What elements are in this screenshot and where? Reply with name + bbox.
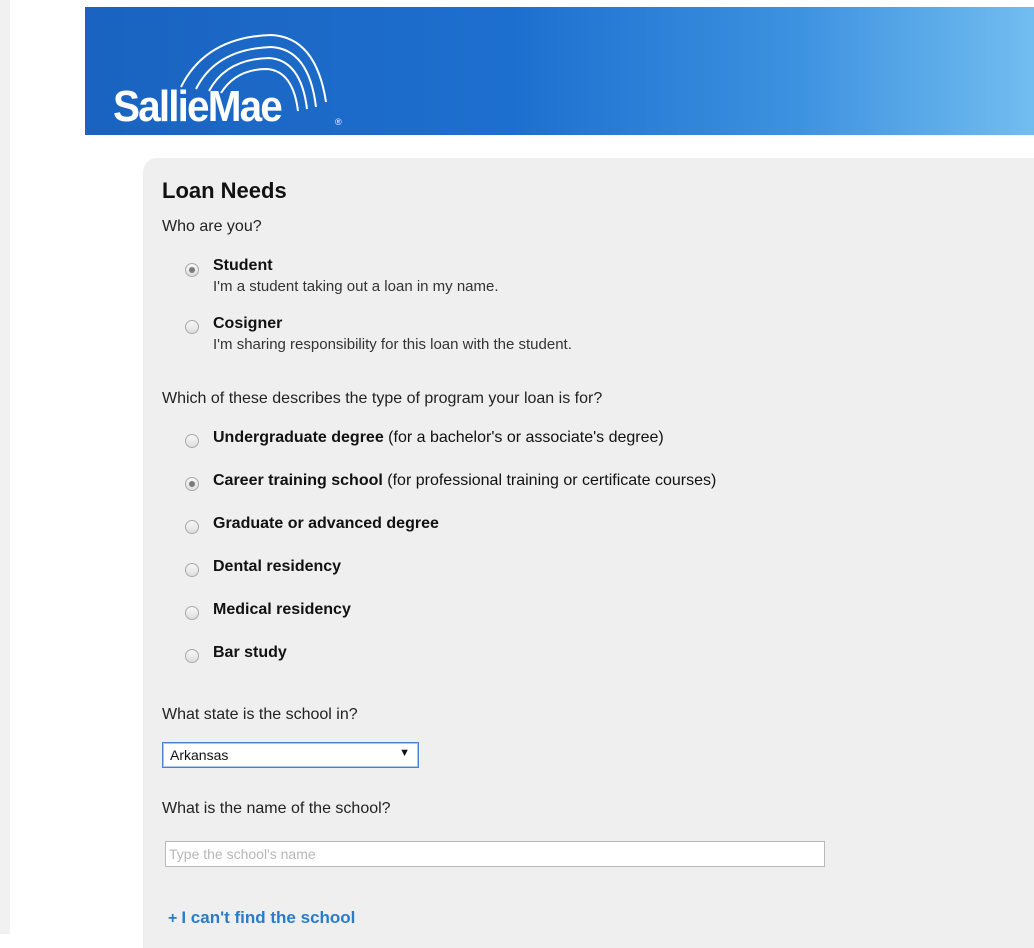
radio-dental-residency[interactable] xyxy=(185,563,199,577)
school-name-input[interactable] xyxy=(165,841,825,867)
radio-medical-residency[interactable] xyxy=(185,606,199,620)
salliemae-logo[interactable]: SallieMae ® xyxy=(111,27,342,131)
school-question: What is the name of the school? xyxy=(162,800,391,817)
radio-bar-study[interactable] xyxy=(185,649,199,663)
medical-residency-label[interactable]: Medical residency xyxy=(213,601,351,619)
radio-career-training[interactable] xyxy=(185,477,199,491)
plus-icon: + xyxy=(168,910,178,927)
registered-mark: ® xyxy=(335,117,342,127)
page-title: Loan Needs xyxy=(162,178,287,203)
who-question: Who are you? xyxy=(162,218,262,235)
radio-graduate[interactable] xyxy=(185,520,199,534)
student-description: I'm a student taking out a loan in my na… xyxy=(213,278,499,295)
logo-wordmark: SallieMae xyxy=(113,82,283,131)
loan-needs-panel xyxy=(143,158,1034,948)
radio-cosigner[interactable] xyxy=(185,320,199,334)
dental-residency-label[interactable]: Dental residency xyxy=(213,558,341,576)
page-margin xyxy=(10,0,85,934)
cant-find-school-label: I can't find the school xyxy=(181,908,356,927)
undergraduate-label[interactable]: Undergraduate degree (for a bachelor's o… xyxy=(213,429,664,447)
header-top-strip xyxy=(85,0,1034,7)
cosigner-description: I'm sharing responsibility for this loan… xyxy=(213,336,572,353)
student-label[interactable]: Student xyxy=(213,257,273,275)
state-select[interactable]: Arkansas ▼ xyxy=(162,742,419,768)
browser-left-gutter xyxy=(0,0,10,934)
radio-student[interactable] xyxy=(185,263,199,277)
graduate-label[interactable]: Graduate or advanced degree xyxy=(213,515,439,533)
radio-undergraduate[interactable] xyxy=(185,434,199,448)
program-question: Which of these describes the type of pro… xyxy=(162,390,603,407)
state-select-value: Arkansas xyxy=(170,747,229,763)
state-question: What state is the school in? xyxy=(162,706,358,723)
cant-find-school-link[interactable]: + I can't find the school xyxy=(168,908,355,928)
bar-study-label[interactable]: Bar study xyxy=(213,644,287,662)
career-training-label[interactable]: Career training school (for professional… xyxy=(213,472,716,490)
site-header: SallieMae ® xyxy=(85,7,1034,135)
cosigner-label[interactable]: Cosigner xyxy=(213,315,282,333)
caret-down-icon: ▼ xyxy=(399,747,410,759)
